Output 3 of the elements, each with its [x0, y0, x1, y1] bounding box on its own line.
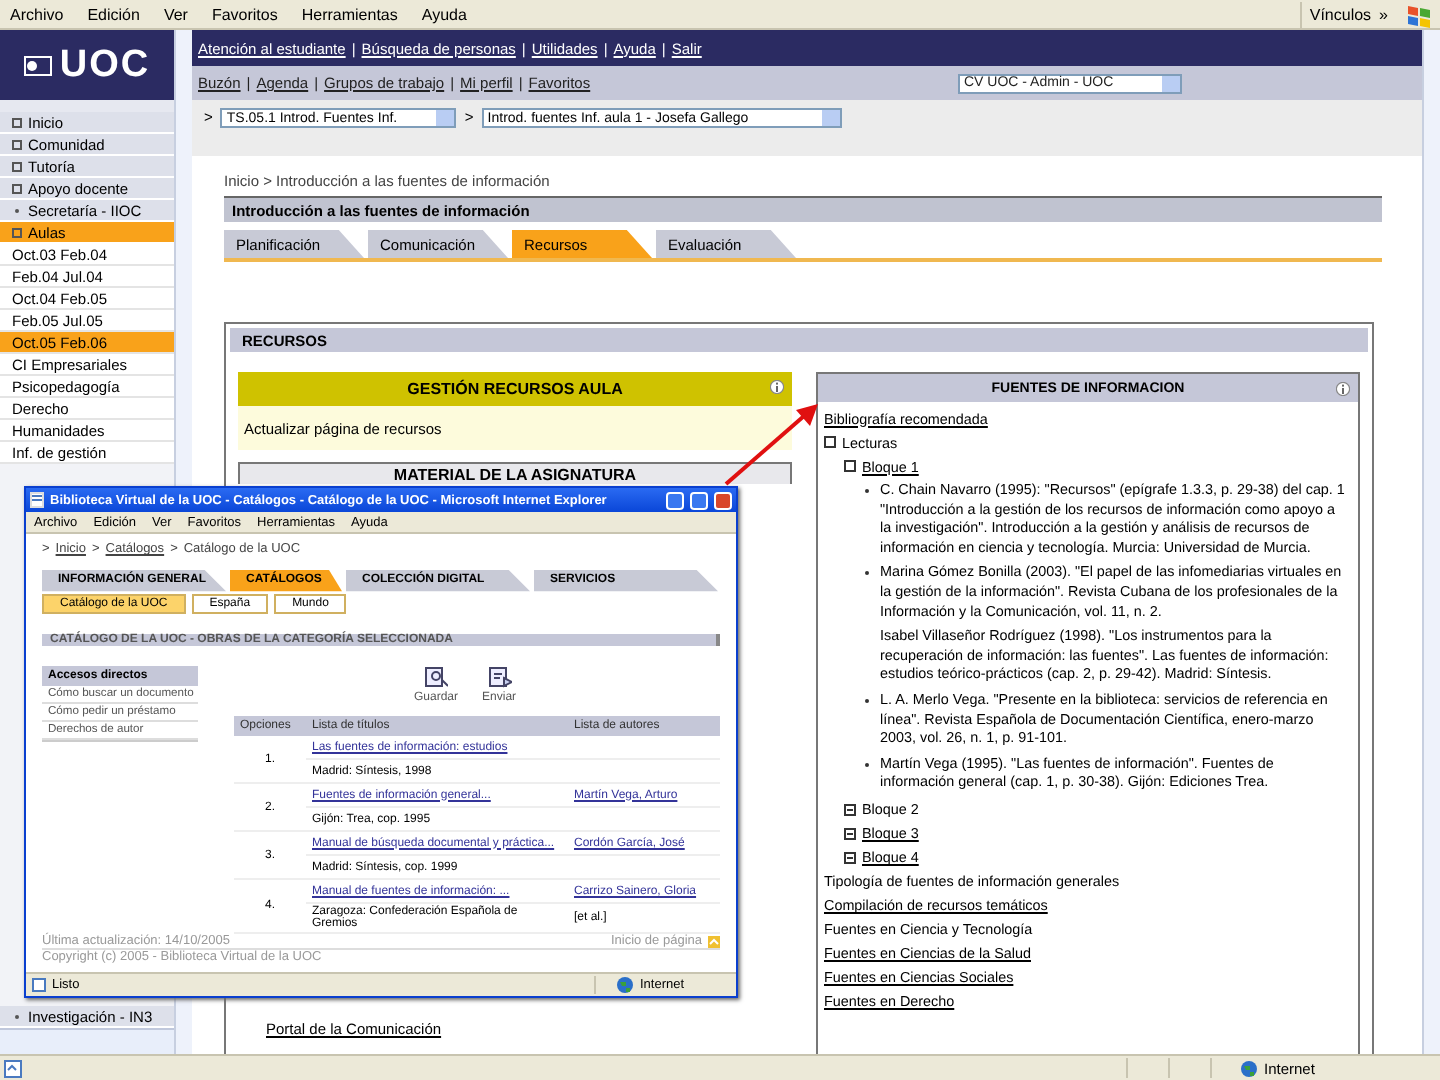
header-title: GESTIÓN RECURSOS AULA — [407, 380, 623, 398]
logo-text: UOC — [59, 43, 151, 87]
header-title: MATERIAL DE LA ASIGNATURA — [393, 465, 637, 483]
